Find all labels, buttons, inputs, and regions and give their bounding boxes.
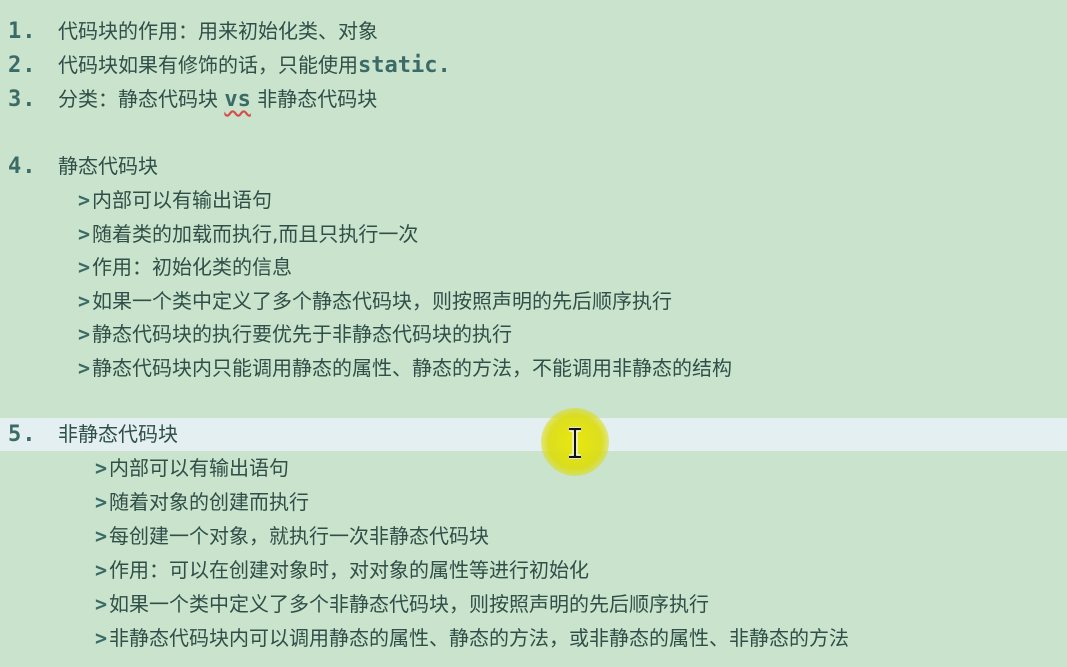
line-3-text-after: 非静态代码块 xyxy=(250,87,378,111)
nonstatic-item-4[interactable]: > 作用：可以在创建对象时，对对象的属性等进行初始化 xyxy=(95,554,589,587)
bullet-marker: > xyxy=(95,490,108,514)
static-item-5[interactable]: > 静态代码块的执行要优先于非静态代码块的执行 xyxy=(78,318,512,351)
static-item-6[interactable]: > 静态代码块内只能调用静态的属性、静态的方法，不能调用非静态的结构 xyxy=(78,352,732,385)
line-5-number: 5. xyxy=(8,422,37,447)
bullet-marker: > xyxy=(78,356,91,380)
bullet-marker: > xyxy=(78,255,91,279)
static-item-3[interactable]: > 作用：初始化类的信息 xyxy=(78,251,292,284)
static-item-1-text: 内部可以有输出语句 xyxy=(92,188,273,212)
static-item-1[interactable]: > 内部可以有输出语句 xyxy=(78,184,272,217)
static-item-5-text: 静态代码块的执行要优先于非静态代码块的执行 xyxy=(92,322,513,346)
line-3-number: 3. xyxy=(8,87,37,112)
static-item-4[interactable]: > 如果一个类中定义了多个静态代码块，则按照声明的先后顺序执行 xyxy=(78,285,672,318)
line-5-text: 非静态代码块 xyxy=(58,422,178,446)
line-3-vs-keyword: vs xyxy=(224,87,251,112)
bullet-marker: > xyxy=(78,222,91,246)
bullet-marker: > xyxy=(95,626,108,650)
nonstatic-item-5[interactable]: > 如果一个类中定义了多个非静态代码块，则按照声明的先后顺序执行 xyxy=(95,588,709,621)
bullet-marker: > xyxy=(95,456,108,480)
line-1-number: 1. xyxy=(8,19,37,44)
static-item-2[interactable]: > 随着类的加载而执行,而且只执行一次 xyxy=(78,218,418,251)
static-item-6-text: 静态代码块内只能调用静态的属性、静态的方法，不能调用非静态的结构 xyxy=(92,356,733,380)
nonstatic-item-2[interactable]: > 随着对象的创建而执行 xyxy=(95,486,309,519)
static-item-3-text: 作用：初始化类的信息 xyxy=(92,255,293,279)
line-2-number: 2. xyxy=(8,53,37,78)
nonstatic-item-1[interactable]: > 内部可以有输出语句 xyxy=(95,452,289,485)
bullet-marker: > xyxy=(95,524,108,548)
line-2-text-wrap: 代码块如果有修饰的话，只能使用static. xyxy=(58,49,451,82)
nonstatic-item-5-text: 如果一个类中定义了多个非静态代码块，则按照声明的先后顺序执行 xyxy=(109,592,710,616)
bullet-marker: > xyxy=(78,188,91,212)
bullet-marker: > xyxy=(78,289,91,313)
bullet-marker: > xyxy=(78,322,91,346)
nonstatic-item-3-text: 每创建一个对象，就执行一次非静态代码块 xyxy=(109,524,490,548)
text-cursor-icon xyxy=(569,427,581,459)
bullet-marker: > xyxy=(95,558,108,582)
line-3-text-before: 分类：静态代码块 xyxy=(58,87,225,111)
bullet-marker: > xyxy=(95,592,108,616)
nonstatic-item-6-text: 非静态代码块内可以调用静态的属性、静态的方法，或非静态的属性、非静态的方法 xyxy=(109,626,850,650)
line-4-number: 4. xyxy=(8,154,37,179)
nonstatic-item-2-text: 随着对象的创建而执行 xyxy=(109,490,310,514)
static-item-2-text: 随着类的加载而执行,而且只执行一次 xyxy=(92,222,419,246)
line-1-text: 代码块的作用：用来初始化类、对象 xyxy=(58,19,378,43)
nonstatic-item-3[interactable]: > 每创建一个对象，就执行一次非静态代码块 xyxy=(95,520,489,553)
nonstatic-item-4-text: 作用：可以在创建对象时，对对象的属性等进行初始化 xyxy=(109,558,590,582)
line-4-text: 静态代码块 xyxy=(58,154,158,178)
static-item-4-text: 如果一个类中定义了多个静态代码块，则按照声明的先后顺序执行 xyxy=(92,289,673,313)
line-2-code: static. xyxy=(358,53,451,78)
line-3-text-wrap: 分类：静态代码块 vs 非静态代码块 xyxy=(58,83,377,116)
nonstatic-item-1-text: 内部可以有输出语句 xyxy=(109,456,290,480)
line-2-text: 代码块如果有修饰的话，只能使用 xyxy=(58,53,358,77)
nonstatic-item-6[interactable]: > 非静态代码块内可以调用静态的属性、静态的方法，或非静态的属性、非静态的方法 xyxy=(95,622,849,655)
